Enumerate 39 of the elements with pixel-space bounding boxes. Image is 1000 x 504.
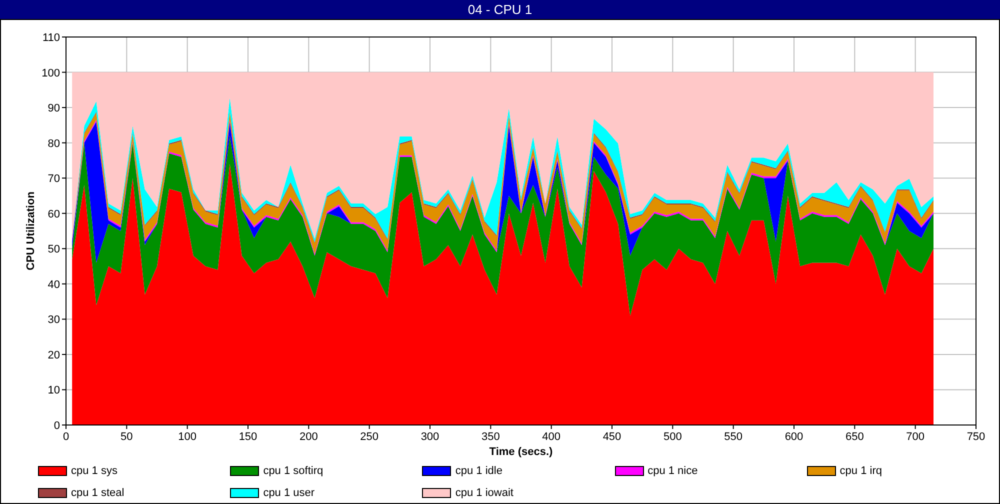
tick-label: 10 bbox=[48, 384, 60, 397]
tick-label: 300 bbox=[420, 431, 440, 443]
tick-label: 70 bbox=[48, 173, 60, 186]
tick-label: 750 bbox=[966, 431, 986, 443]
legend-label: cpu 1 user bbox=[263, 486, 315, 500]
tick-label: 20 bbox=[48, 349, 60, 362]
tick-label: 60 bbox=[48, 208, 60, 220]
tick-label: 150 bbox=[238, 431, 258, 443]
tick-label: 350 bbox=[481, 431, 500, 443]
tick-label: 650 bbox=[845, 431, 864, 443]
tick-label: 100 bbox=[42, 67, 60, 80]
legend-label: cpu 1 idle bbox=[455, 464, 502, 479]
tick-label: 700 bbox=[906, 431, 925, 443]
axis-title: Time (secs.) bbox=[489, 446, 553, 458]
legend-label: cpu 1 nice bbox=[648, 464, 698, 479]
tick-label: 40 bbox=[48, 278, 60, 291]
legend-label: cpu 1 iowait bbox=[455, 486, 514, 500]
legend-label: cpu 1 irq bbox=[840, 464, 882, 479]
tick-label: 110 bbox=[42, 32, 60, 44]
tick-label: 0 bbox=[62, 431, 70, 443]
tick-label: 550 bbox=[724, 431, 743, 443]
tick-label: 450 bbox=[602, 431, 622, 443]
tick-label: 400 bbox=[542, 431, 561, 443]
tick-label: 100 bbox=[178, 431, 197, 443]
tick-label: 0 bbox=[54, 420, 60, 432]
axis-title: CPU Utilization bbox=[25, 192, 37, 270]
tick-label: 250 bbox=[360, 431, 379, 443]
tick-label: 200 bbox=[299, 431, 318, 443]
tick-label: 50 bbox=[48, 244, 60, 256]
tick-label: 500 bbox=[663, 431, 682, 443]
tick-label: 30 bbox=[48, 314, 60, 326]
legend-label: cpu 1 softirq bbox=[263, 464, 324, 479]
tick-label: 80 bbox=[48, 138, 60, 150]
tick-label: 90 bbox=[48, 102, 60, 115]
tick-label: 50 bbox=[120, 431, 133, 443]
tick-label: 600 bbox=[784, 431, 804, 443]
window-title: 04 - CPU 1 bbox=[468, 0, 532, 19]
legend-label: cpu 1 steal bbox=[71, 486, 124, 500]
legend-label: cpu 1 sys bbox=[71, 464, 118, 479]
